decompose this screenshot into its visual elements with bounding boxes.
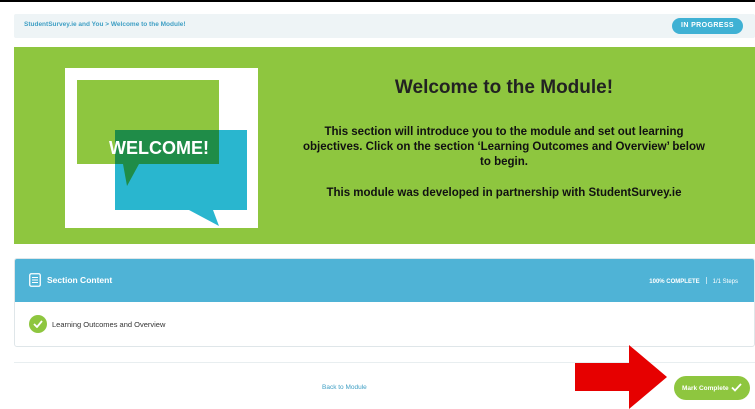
welcome-image: WELCOME!: [65, 68, 258, 228]
breadcrumb-current: Welcome to the Module!: [110, 21, 186, 28]
intro-text: This section will introduce you to the m…: [303, 126, 705, 168]
section-content-card: Section Content 100% COMPLETE 1/1 Steps L…: [14, 258, 755, 347]
breadcrumb: StudentSurvey.ie and You > Welcome to th…: [24, 21, 186, 28]
breadcrumb-separator: >: [105, 21, 110, 28]
page-title: Welcome to the Module!: [394, 77, 614, 98]
partner-text: This module was developed in partnership…: [326, 187, 682, 199]
breadcrumb-parent-link[interactable]: StudentSurvey.ie and You: [24, 21, 103, 28]
mark-complete-button[interactable]: Mark Complete: [674, 376, 750, 400]
mark-complete-label: Mark Complete: [682, 384, 729, 392]
document-list-icon: [29, 273, 41, 287]
section-steps: 1/1 Steps: [712, 279, 738, 285]
top-border: [0, 0, 755, 2]
checkmark-icon: [731, 383, 742, 392]
section-title: Section Content: [47, 275, 113, 285]
list-item[interactable]: Learning Outcomes and Overview: [15, 302, 754, 346]
section-progress: 100% COMPLETE 1/1 Steps: [649, 277, 738, 285]
welcome-banner: WELCOME! Welcome to the Module! This sec…: [14, 47, 755, 244]
status-badge: IN PROGRESS: [671, 18, 743, 34]
lesson-label: Learning Outcomes and Overview: [52, 320, 166, 329]
red-arrow: [575, 345, 667, 409]
progress-divider: [705, 277, 707, 284]
speech-bubbles-icon: WELCOME!: [77, 80, 247, 226]
back-to-module-link[interactable]: Back to Module: [322, 384, 367, 391]
check-circle-icon: [29, 315, 47, 333]
welcome-image-text: WELCOME!: [109, 138, 209, 158]
section-header[interactable]: Section Content 100% COMPLETE 1/1 Steps: [15, 259, 754, 302]
breadcrumb-bar: StudentSurvey.ie and You > Welcome to th…: [14, 14, 755, 38]
section-percent: 100% COMPLETE: [649, 279, 700, 285]
